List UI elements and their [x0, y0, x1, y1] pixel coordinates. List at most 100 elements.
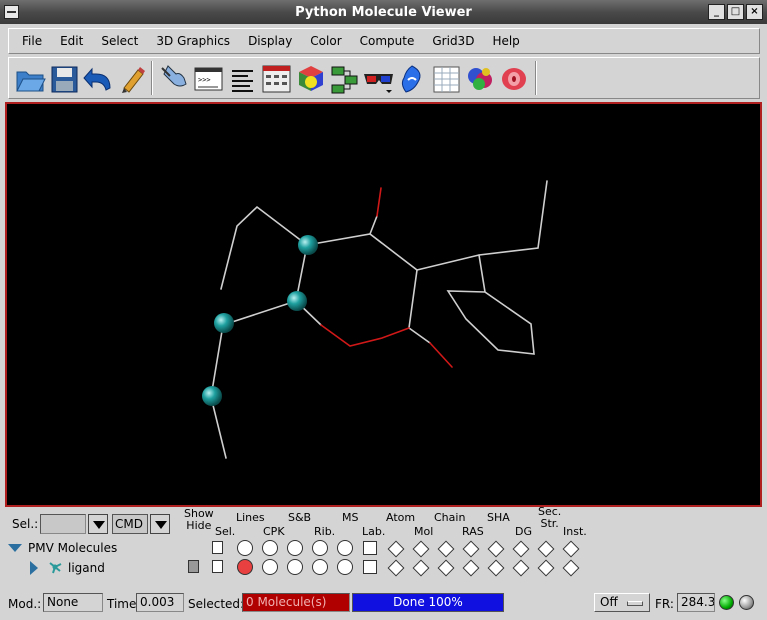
- tree-root-pmv-molecules[interactable]: PMV Molecules: [8, 541, 117, 555]
- bond-line: [220, 205, 308, 290]
- lab-toggle-ligand[interactable]: [363, 560, 377, 574]
- selected-atom[interactable]: [214, 313, 234, 333]
- selection-combobox[interactable]: [40, 514, 86, 534]
- selected-atom[interactable]: [202, 386, 222, 406]
- text-lines-icon[interactable]: [225, 61, 258, 95]
- rib-toggle[interactable]: [312, 540, 328, 556]
- spreadsheet-icon[interactable]: [429, 61, 462, 95]
- show-hide-checkbox[interactable]: [188, 560, 199, 573]
- 3d-glasses-icon[interactable]: [361, 61, 394, 95]
- selected-label: Selected:: [188, 597, 245, 611]
- molecule-surface-icon[interactable]: [463, 61, 496, 95]
- save-disk-icon[interactable]: [47, 61, 80, 95]
- selection-dropdown-arrow[interactable]: [88, 514, 108, 534]
- rib-toggle-ligand[interactable]: [312, 559, 328, 575]
- sb-toggle[interactable]: [287, 540, 303, 556]
- minimize-button[interactable]: _: [708, 4, 725, 20]
- menu-color[interactable]: Color: [301, 34, 350, 48]
- col-rib: Rib.: [314, 525, 336, 538]
- col-ms: MS: [342, 511, 359, 524]
- menu-select[interactable]: Select: [92, 34, 147, 48]
- window-menu-button[interactable]: [4, 5, 19, 19]
- surface-shape-icon[interactable]: [395, 61, 428, 95]
- maximize-button[interactable]: □: [727, 4, 744, 20]
- sb-toggle-ligand[interactable]: [287, 559, 303, 575]
- red-blob-icon[interactable]: [497, 61, 530, 95]
- python-shell-icon[interactable]: >>>: [191, 61, 224, 95]
- expand-right-icon[interactable]: [30, 561, 38, 575]
- menu-display[interactable]: Display: [239, 34, 301, 48]
- color-mol-button-ligand[interactable]: [412, 559, 430, 577]
- color-sha-button-ligand[interactable]: [487, 559, 505, 577]
- color-sha-button[interactable]: [487, 540, 505, 558]
- circuit-icon[interactable]: [327, 61, 360, 95]
- menu-file[interactable]: File: [13, 34, 51, 48]
- progress-bar: Done 100%: [352, 593, 504, 612]
- close-button[interactable]: ×: [746, 4, 763, 20]
- spin-mode-button[interactable]: Off: [594, 593, 650, 612]
- cmd-combobox[interactable]: CMD: [112, 514, 148, 534]
- 3d-viewer-canvas[interactable]: [5, 102, 762, 507]
- color-mol-button[interactable]: [412, 540, 430, 558]
- selected-atom[interactable]: [287, 291, 307, 311]
- bond-line: [446, 254, 535, 355]
- color-inst-button[interactable]: [562, 540, 580, 558]
- open-folder-icon[interactable]: [13, 61, 46, 95]
- green-status-led: [719, 595, 734, 610]
- menu-compute[interactable]: Compute: [351, 34, 424, 48]
- cmd-dropdown-arrow[interactable]: [150, 514, 170, 534]
- color-inst-button-ligand[interactable]: [562, 559, 580, 577]
- cpk-toggle-ligand[interactable]: [262, 559, 278, 575]
- mod-field: None: [43, 593, 103, 612]
- ms-toggle[interactable]: [337, 540, 353, 556]
- col-show-hide: Show Hide: [184, 507, 214, 532]
- color-atom-button[interactable]: [387, 540, 405, 558]
- title-bar: Python Molecule Viewer _ □ ×: [0, 0, 767, 24]
- menu-edit[interactable]: Edit: [51, 34, 92, 48]
- col-atom: Atom: [386, 511, 416, 524]
- sel-label: Sel.:: [12, 517, 39, 531]
- color-atom-button-ligand[interactable]: [387, 559, 405, 577]
- pencil-icon[interactable]: [115, 61, 148, 95]
- menu-3d-graphics[interactable]: 3D Graphics: [147, 34, 239, 48]
- undo-arrow-icon[interactable]: [81, 61, 114, 95]
- molecule-render: [202, 180, 548, 459]
- bond-line: [306, 233, 418, 329]
- menu-help[interactable]: Help: [483, 34, 528, 48]
- col-sha: SHA: [487, 511, 510, 524]
- lab-toggle[interactable]: [363, 541, 377, 555]
- color-cube-icon[interactable]: [293, 61, 326, 95]
- color-ras-button[interactable]: [462, 540, 480, 558]
- color-dg-button[interactable]: [512, 540, 530, 558]
- cpk-toggle[interactable]: [262, 540, 278, 556]
- selected-field: 0 Molecule(s): [242, 593, 350, 612]
- sel-checkbox-ligand[interactable]: [212, 560, 223, 573]
- color-chain-button[interactable]: [437, 540, 455, 558]
- bond-lines: [210, 180, 548, 459]
- color-ras-button-ligand[interactable]: [462, 559, 480, 577]
- lines-toggle-ligand[interactable]: [237, 559, 253, 575]
- gray-status-led[interactable]: [739, 595, 754, 610]
- col-sel: Sel.: [215, 525, 236, 538]
- ms-toggle-ligand[interactable]: [337, 559, 353, 575]
- col-ras: RAS: [462, 525, 484, 538]
- color-chain-button-ligand[interactable]: [437, 559, 455, 577]
- lines-toggle[interactable]: [237, 540, 253, 556]
- col-inst: Inst.: [563, 525, 587, 538]
- color-dg-button-ligand[interactable]: [512, 559, 530, 577]
- menu-grid3d[interactable]: Grid3D: [423, 34, 483, 48]
- selected-atom[interactable]: [298, 235, 318, 255]
- color-secstr-button[interactable]: [537, 540, 555, 558]
- menu-bar: File Edit Select 3D Graphics Display Col…: [8, 28, 760, 54]
- selected-atoms: [202, 235, 318, 406]
- tree-item-ligand[interactable]: ligand: [30, 560, 105, 576]
- col-mol: Mol: [414, 525, 434, 538]
- oxygen-bonds: [320, 187, 453, 368]
- pick-hand-icon[interactable]: [157, 61, 190, 95]
- window-title: Python Molecule Viewer: [295, 4, 472, 20]
- time-field: 0.003: [136, 593, 184, 612]
- sel-checkbox[interactable]: [212, 541, 223, 554]
- expand-down-icon[interactable]: [8, 544, 22, 552]
- color-secstr-button-ligand[interactable]: [537, 559, 555, 577]
- dashboard-icon[interactable]: [259, 61, 292, 95]
